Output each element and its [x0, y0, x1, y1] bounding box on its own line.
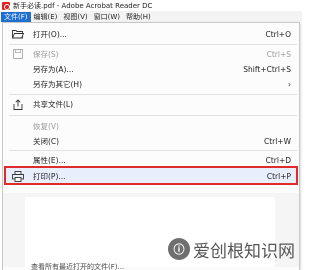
- save-as-other-label: 另存为其它(H): [33, 79, 82, 89]
- properties-shortcut: Ctrl+D: [265, 155, 291, 165]
- menu-item-open[interactable]: 打开(O)... Ctrl+O: [3, 26, 299, 42]
- save-as-label: 另存为(A)...: [33, 64, 74, 74]
- menu-item-revert[interactable]: 恢复(V): [3, 118, 299, 134]
- properties-label: 属性(E)...: [33, 155, 66, 165]
- printer-icon: [12, 170, 24, 182]
- menu-view[interactable]: 视图(V): [60, 12, 90, 22]
- share-label: 共享文件(L): [33, 99, 74, 109]
- open-shortcut: Ctrl+O: [265, 29, 291, 39]
- open-label: 打开(O)...: [33, 29, 67, 39]
- separator: [9, 94, 297, 95]
- submenu-arrow-icon: ›: [288, 79, 291, 89]
- menu-item-print[interactable]: 打印(P)... Ctrl+P: [3, 168, 299, 184]
- menu-file[interactable]: 文件(F): [1, 11, 31, 22]
- save-as-shortcut: Shift+Ctrl+S: [243, 64, 291, 74]
- separator: [9, 150, 297, 151]
- menu-help[interactable]: 帮助(H): [123, 12, 154, 22]
- print-shortcut: Ctrl+P: [266, 171, 291, 181]
- menu-item-close[interactable]: 关闭(C) Ctrl+W: [3, 133, 299, 149]
- title-bar: 新手必读.pdf - Adobe Acrobat Reader DC: [0, 0, 302, 11]
- view-all-recent-link[interactable]: 查看所有最近打开的文件(F)...: [31, 262, 124, 270]
- menu-window[interactable]: 窗口(W): [91, 12, 123, 22]
- close-shortcut: Ctrl+W: [263, 136, 291, 146]
- menu-edit[interactable]: 编辑(E): [31, 12, 61, 22]
- watermark-text: 爱创根知识网: [193, 241, 295, 262]
- window-title: 新手必读.pdf - Adobe Acrobat Reader DC: [13, 1, 153, 10]
- close-label: 关闭(C): [33, 136, 60, 146]
- watermark: ⓘ 爱创根知识网: [168, 237, 302, 262]
- share-icon: [12, 98, 24, 110]
- save-icon: [12, 48, 24, 60]
- revert-label: 恢复(V): [33, 121, 59, 131]
- folder-open-icon: [12, 28, 24, 40]
- menu-bar: 文件(F) 编辑(E) 视图(V) 窗口(W) 帮助(H): [0, 11, 302, 22]
- watermark-logo-icon: ⓘ: [168, 238, 190, 260]
- acrobat-icon: [2, 1, 10, 10]
- menu-item-share[interactable]: 共享文件(L): [3, 96, 299, 112]
- separator: [9, 44, 297, 45]
- save-shortcut: Ctrl+S: [266, 49, 291, 59]
- menu-item-save-as-other[interactable]: 另存为其它(H) ›: [3, 76, 299, 92]
- file-menu-dropdown: 打开(O)... Ctrl+O 保存(S) Ctrl+S 另存为(A)... S…: [2, 22, 300, 270]
- print-label: 打印(P)...: [33, 171, 66, 181]
- separator: [9, 115, 297, 116]
- menu-item-save-as[interactable]: 另存为(A)... Shift+Ctrl+S: [3, 61, 299, 77]
- menu-item-save[interactable]: 保存(S) Ctrl+S: [3, 46, 299, 62]
- save-label: 保存(S): [33, 49, 59, 59]
